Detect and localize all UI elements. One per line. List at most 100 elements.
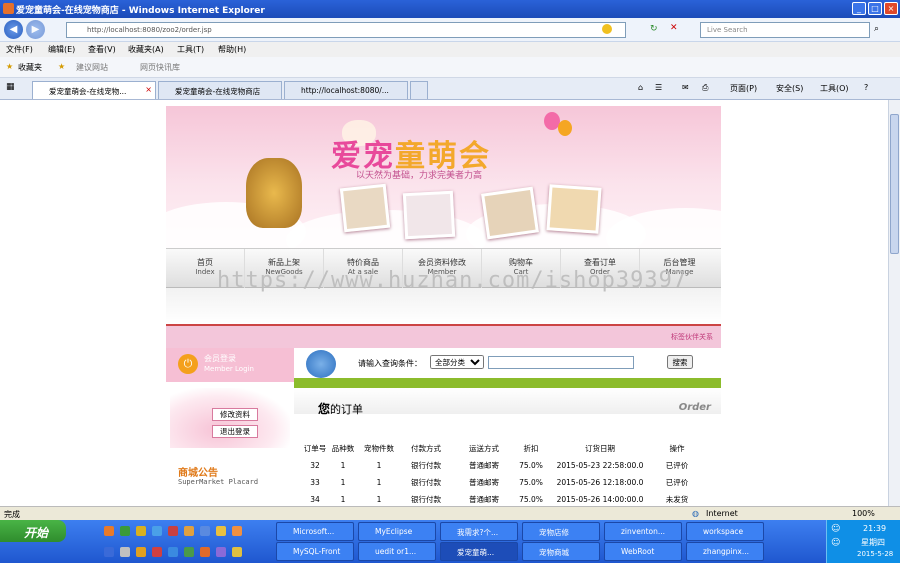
table-row: 32 1 1 银行付款 普通邮寄 75.0% 2015-05-23 22:58:00.0 已评…	[302, 457, 700, 474]
favorites-button[interactable]: 收藏夹	[18, 62, 42, 73]
window-title-bar: 爱宠童萌会-在线宠物商店 - Windows Internet Explorer…	[0, 0, 900, 18]
quicklaunch-icon[interactable]	[216, 526, 226, 536]
quicklaunch-icon[interactable]	[136, 547, 146, 557]
status-bar: 完成 ◍ Internet 100%	[0, 506, 900, 520]
taskbar-button[interactable]: 我需求?个...	[440, 522, 518, 541]
taskbar-button[interactable]: MyEclipse	[358, 522, 436, 541]
new-tab-button[interactable]	[410, 81, 428, 99]
taskbar-button[interactable]: MySQL-Front	[276, 542, 354, 561]
order-title-en: Order	[678, 402, 711, 413]
feeds-icon[interactable]: ☰	[655, 83, 662, 92]
stop-icon[interactable]: ✕	[670, 23, 678, 33]
banner-slogan: 以天然为基础，力求完美者力高	[356, 171, 483, 181]
page-menu[interactable]: 页面(P)	[730, 83, 757, 94]
partner-link[interactable]: 标签伙伴关系	[671, 332, 713, 342]
maximize-button[interactable]: □	[868, 2, 882, 15]
mail-icon[interactable]: ✉	[682, 83, 689, 92]
safety-menu[interactable]: 安全(S)	[776, 83, 803, 94]
login-subtitle: Member Login	[204, 365, 254, 373]
taskbar-button[interactable]: uedit or1...	[358, 542, 436, 561]
row-action-link[interactable]: 已评价	[654, 457, 700, 474]
sidebar: ⏻ 会员登录 Member Login 修改资料 退出登录 商城公告 Super…	[166, 348, 294, 506]
logout-button[interactable]: 退出登录	[212, 425, 258, 438]
window-title: 爱宠童萌会-在线宠物商店 - Windows Internet Explorer	[16, 6, 265, 16]
menu-file[interactable]: 文件(F)	[6, 44, 33, 55]
taskbar-button[interactable]: zinventon...	[604, 522, 682, 541]
refresh-icon[interactable]: ↻	[650, 24, 658, 34]
menu-tools[interactable]: 工具(T)	[177, 44, 204, 55]
pet-photo	[481, 186, 539, 240]
status-text: 完成	[4, 510, 20, 519]
close-button[interactable]: ×	[884, 2, 898, 15]
url-input[interactable]: http://localhost:8080/zoo2/order.jsp	[66, 22, 626, 38]
help-icon[interactable]: ?	[864, 83, 868, 92]
taskbar-button[interactable]: zhangpinx...	[686, 542, 764, 561]
taskbar-button[interactable]: WebRoot	[604, 542, 682, 561]
menu-favorites[interactable]: 收藏夹(A)	[128, 44, 164, 55]
quicklaunch-icon[interactable]	[120, 526, 130, 536]
compat-icon[interactable]	[602, 24, 612, 34]
print-icon[interactable]: ⎙	[702, 83, 708, 93]
back-icon[interactable]: ◀	[4, 20, 23, 39]
quicklaunch-icon[interactable]	[152, 547, 162, 557]
address-bar: ◀ ▶ http://localhost:8080/zoo2/order.jsp…	[0, 18, 900, 42]
quicklaunch-icon[interactable]	[232, 526, 242, 536]
menu-view[interactable]: 查看(V)	[88, 44, 116, 55]
search-icon[interactable]: ⌕	[874, 24, 879, 34]
start-button[interactable]: 开始	[0, 520, 66, 542]
taskbar-button[interactable]: 宠物店修	[522, 522, 600, 541]
table-header-row: 订单号 品种数 宠物件数 付款方式 运送方式 折扣 订货日期 操作	[302, 440, 700, 457]
edit-profile-button[interactable]: 修改资料	[212, 408, 258, 421]
tools-menu[interactable]: 工具(O)	[820, 83, 849, 94]
quicklaunch-icon[interactable]	[184, 547, 194, 557]
tab-1[interactable]: 爱宠童萌会-在线宠物... ×	[32, 81, 156, 99]
taskbar-button-active[interactable]: 爱宠童萌...	[440, 542, 518, 561]
notice-panel: 商城公告 SuperMarket Placard	[166, 462, 294, 492]
web-slice-gallery-link[interactable]: 网页快讯库	[140, 62, 180, 73]
zoom-level[interactable]: 100%	[852, 509, 875, 518]
quick-tabs-icon[interactable]: ▦	[6, 82, 15, 92]
taskbar-button[interactable]: 宠物商城	[522, 542, 600, 561]
menu-help[interactable]: 帮助(H)	[218, 44, 246, 55]
menu-edit[interactable]: 编辑(E)	[48, 44, 75, 55]
taskbar-button[interactable]: workspace	[686, 522, 764, 541]
order-header: 您的订单 Order	[294, 388, 721, 416]
taskbar-button[interactable]: Microsoft...	[276, 522, 354, 541]
quicklaunch-icon[interactable]	[200, 547, 210, 557]
pink-bar: 标签伙伴关系	[166, 324, 721, 348]
home-icon[interactable]: ⌂	[638, 83, 643, 92]
quicklaunch-icon[interactable]	[104, 526, 114, 536]
scroll-thumb[interactable]	[890, 114, 899, 254]
close-tab-icon[interactable]: ×	[145, 85, 152, 94]
pet-photo	[402, 190, 456, 240]
search-button[interactable]: 搜索	[667, 355, 693, 369]
forward-icon[interactable]: ▶	[26, 20, 45, 39]
add-favorite-icon[interactable]: ★	[58, 62, 65, 71]
minimize-button[interactable]: _	[852, 2, 866, 15]
col-shipping: 运送方式	[469, 444, 499, 453]
quicklaunch-icon[interactable]	[232, 547, 242, 557]
quicklaunch-icon[interactable]	[152, 526, 162, 536]
tab-2[interactable]: 爱宠童萌会-在线宠物商店	[158, 81, 282, 99]
row-action-link[interactable]: 已评价	[654, 474, 700, 491]
tab-1-label: 爱宠童萌会-在线宠物...	[49, 87, 127, 96]
tray-icon[interactable]: ☺	[831, 524, 840, 534]
query-input[interactable]	[488, 356, 634, 369]
quicklaunch-icon[interactable]	[200, 526, 210, 536]
tray-icon[interactable]: ☺	[831, 538, 840, 548]
category-select[interactable]: 全部分类	[430, 355, 484, 369]
quicklaunch-icon[interactable]	[168, 526, 178, 536]
suggested-sites-link[interactable]: 建议网站	[76, 62, 108, 73]
quicklaunch-icon[interactable]	[168, 547, 178, 557]
quicklaunch-icon[interactable]	[120, 547, 130, 557]
taskbar: 开始 Microsoft... MyEclipse 我需求?个... 宠物店修 …	[0, 520, 900, 563]
row-action-link[interactable]: 未发货	[654, 491, 700, 506]
quicklaunch-icon[interactable]	[216, 547, 226, 557]
tab-3[interactable]: http://localhost:8080/...	[284, 81, 408, 99]
globe-icon: ◍	[692, 509, 699, 518]
quicklaunch-icon[interactable]	[184, 526, 194, 536]
search-input[interactable]: Live Search	[700, 22, 870, 38]
quicklaunch-icon[interactable]	[104, 547, 114, 557]
quicklaunch-icon[interactable]	[136, 526, 146, 536]
vertical-scrollbar[interactable]	[888, 100, 900, 506]
